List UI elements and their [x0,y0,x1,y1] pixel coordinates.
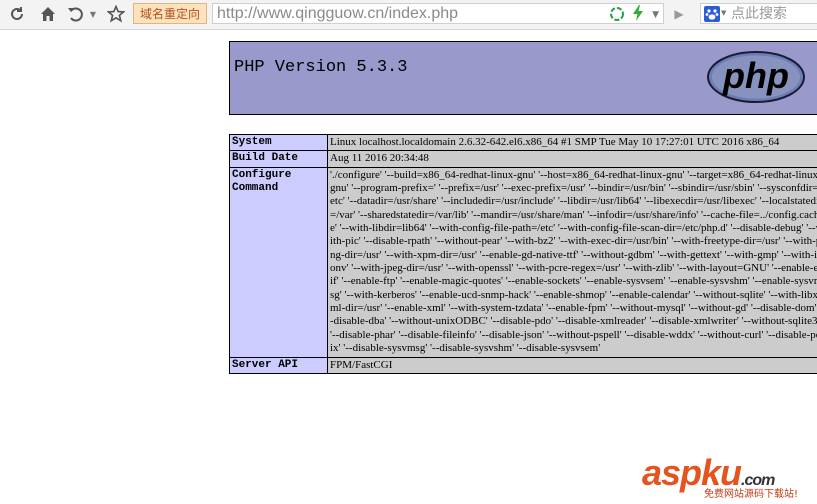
table-row: System Linux localhost.localdomain 2.6.3… [229,133,817,152]
speed-mode-lightning-icon[interactable] [632,5,644,25]
page-title: PHP Version 5.3.3 [234,58,408,77]
bookmark-star-icon[interactable] [105,3,127,25]
search-box[interactable]: ▼ 点此搜索 [700,3,817,24]
search-placeholder[interactable]: 点此搜索 [731,4,787,24]
undo-dropdown-chevron-down-icon[interactable]: ▼ [88,3,98,25]
security-check-icon[interactable] [610,6,625,25]
row-value: FPM/FastCGI [327,356,817,374]
address-bar-icons: ▼ [610,5,659,25]
php-logo-text: php [722,55,789,96]
redirect-badge[interactable]: 域名重定向 [133,3,208,24]
home-icon[interactable] [37,3,59,25]
row-value: Aug 11 2016 20:34:48 [327,150,817,168]
php-info-header: PHP Version 5.3.3 php [229,41,817,115]
row-key: System [229,133,328,152]
watermark: aspku.com 免费网站源码下载站! [640,452,817,504]
address-bar-url[interactable]: http://www.qingguow.cn/index.php [217,4,458,24]
row-value: Linux localhost.localdomain 2.6.32-642.e… [327,133,817,152]
search-engine-chevron-down-icon[interactable]: ▼ [721,9,726,17]
row-value: './configure' '--build=x86_64-redhat-lin… [327,166,817,358]
address-bar[interactable]: http://www.qingguow.cn/index.php ▼ [212,3,664,24]
undo-icon[interactable] [65,3,87,25]
refresh-icon[interactable] [6,3,28,25]
php-info-table: System Linux localhost.localdomain 2.6.3… [229,133,817,374]
row-key: Configure Command [229,166,328,358]
table-row: Server API FPM/FastCGI [229,356,817,374]
php-logo: php [706,50,806,108]
table-row: Build Date Aug 11 2016 20:34:48 [229,150,817,168]
watermark-tagline: 免费网站源码下载站! [704,489,799,500]
go-arrow-icon[interactable]: ▶ [670,3,688,25]
page-left-margin [0,30,212,504]
browser-toolbar: ▼ 域名重定向 http://www.qingguow.cn/index.php… [0,0,817,30]
baidu-paw-icon[interactable] [704,6,720,26]
table-row: Configure Command './configure' '--build… [229,166,817,358]
address-dropdown-chevron-down-icon[interactable]: ▼ [652,10,659,20]
row-key: Server API [229,356,328,374]
row-key: Build Date [229,150,328,168]
